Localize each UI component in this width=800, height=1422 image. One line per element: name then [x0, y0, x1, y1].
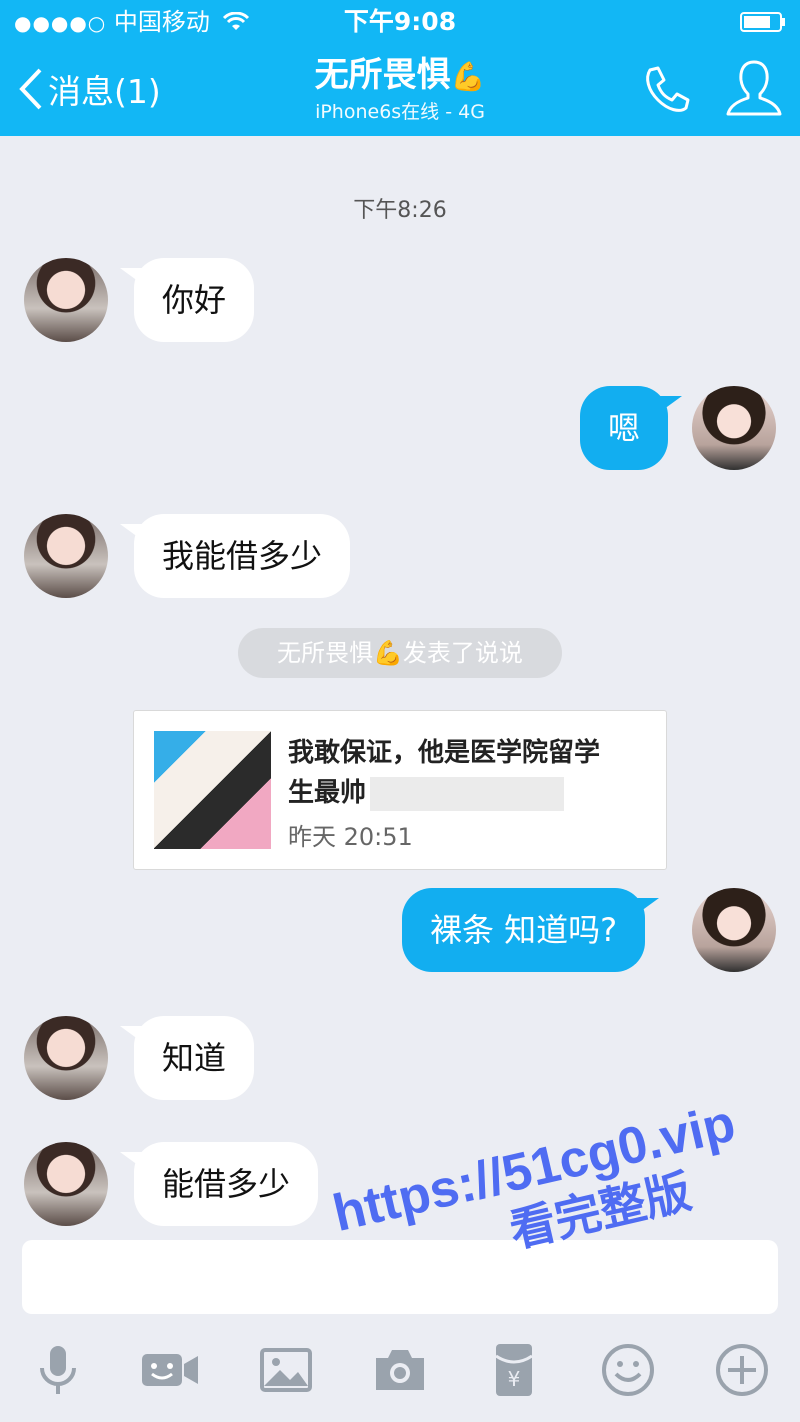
conversation-title[interactable]: 无所畏惧💪 iPhone6s在线 - 4G — [200, 52, 600, 124]
my-avatar[interactable] — [692, 386, 776, 470]
chevron-left-icon — [19, 68, 42, 110]
post-title: 我敢保证，他是医学院留学 生最帅 — [288, 733, 648, 813]
svg-text:¥: ¥ — [508, 1367, 521, 1391]
message-bubble-incoming[interactable]: 能借多少 — [119, 1142, 319, 1226]
shared-post-card[interactable]: 我敢保证，他是医学院留学 生最帅 昨天 20:51 — [133, 710, 667, 870]
back-label: 消息(1) — [48, 72, 161, 111]
chat-header: ●●●●○ 中国移动 下午9:08 消息(1) 无所畏惧💪 iPhone6s在线… — [0, 0, 800, 136]
post-thumbnail — [154, 731, 271, 849]
message-bubble-incoming[interactable]: 你好 — [119, 258, 255, 342]
back-button[interactable]: 消息(1) — [18, 62, 161, 116]
plus-icon[interactable] — [712, 1340, 772, 1400]
battery-icon — [740, 12, 785, 32]
phone-icon[interactable] — [640, 64, 692, 116]
clock: 下午9:08 — [343, 7, 457, 36]
message-input[interactable] — [22, 1240, 778, 1314]
profile-icon[interactable] — [724, 58, 784, 120]
message-bubble-outgoing[interactable]: 嗯 — [580, 386, 683, 470]
post-date: 昨天 20:51 — [288, 823, 413, 851]
system-notice[interactable]: 无所畏惧💪发表了说说 — [238, 628, 562, 678]
contact-name: 无所畏惧💪 — [200, 52, 600, 100]
contact-status: iPhone6s在线 - 4G — [315, 101, 485, 123]
message-bubble-outgoing[interactable]: 裸条 知道吗? — [402, 888, 660, 972]
post-title-line2-text: 生最帅 — [288, 778, 367, 808]
flexed-biceps-icon: 💪 — [450, 60, 486, 93]
contact-avatar[interactable] — [24, 1016, 108, 1100]
microphone-icon[interactable] — [28, 1340, 88, 1400]
red-packet-icon[interactable]: ¥ — [484, 1340, 544, 1400]
contact-name-text: 无所畏惧 — [314, 55, 451, 95]
input-toolbar: ¥ — [0, 1330, 800, 1410]
message-bubble-incoming[interactable]: 我能借多少 — [119, 514, 351, 598]
watermark-url: https://51cg0.vip — [327, 1094, 741, 1244]
image-icon[interactable] — [256, 1340, 316, 1400]
contact-avatar[interactable] — [24, 1142, 108, 1226]
contact-avatar[interactable] — [24, 514, 108, 598]
post-title-line1: 我敢保证，他是医学院留学 — [288, 738, 601, 768]
contact-avatar[interactable] — [24, 258, 108, 342]
emoji-icon[interactable] — [598, 1340, 658, 1400]
video-call-icon[interactable] — [140, 1340, 200, 1400]
status-bar: ●●●●○ 中国移动 下午9:08 — [0, 0, 800, 44]
redacted-text — [370, 776, 565, 811]
my-avatar[interactable] — [692, 888, 776, 972]
camera-icon[interactable] — [370, 1340, 430, 1400]
post-title-line2: 生最帅 — [288, 773, 648, 813]
chat-timestamp: 下午8:26 — [353, 198, 447, 223]
message-bubble-incoming[interactable]: 知道 — [119, 1016, 255, 1100]
